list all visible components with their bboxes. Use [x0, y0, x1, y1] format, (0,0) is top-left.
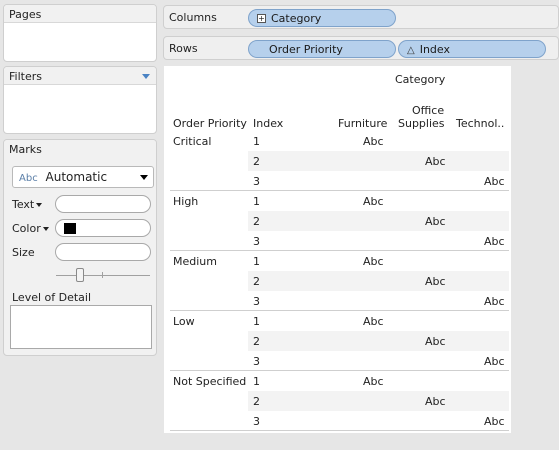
mark-text-cell: Abc: [484, 415, 505, 428]
office-supplies-header-line1: Office: [412, 104, 445, 117]
color-shelf-drop-area[interactable]: [55, 219, 151, 237]
mark-type-value: Automatic: [45, 170, 108, 184]
size-slider-track[interactable]: [56, 275, 150, 276]
mark-text-cell: Abc: [363, 255, 384, 268]
index-cell: 3: [253, 415, 260, 428]
viz-pane[interactable]: Category Order Priority Index Furniture Offi…: [164, 66, 511, 433]
index-cell: 1: [253, 315, 260, 328]
index-cell: 1: [253, 195, 260, 208]
abc-icon: Abc: [19, 173, 38, 184]
category-header: Category: [395, 73, 446, 86]
row-band: [248, 271, 509, 291]
mark-text-cell: Abc: [363, 135, 384, 148]
mark-type-dropdown[interactable]: Abc Automatic: [12, 166, 154, 188]
index-cell: 2: [253, 215, 260, 228]
caret-down-icon: [36, 203, 43, 207]
mark-text-cell: Abc: [425, 275, 446, 288]
order-priority-cell: Low: [173, 315, 195, 328]
index-cell: 2: [253, 395, 260, 408]
index-cell: 1: [253, 255, 260, 268]
color-swatch[interactable]: [64, 223, 76, 234]
furniture-header: Furniture: [338, 117, 388, 130]
mark-text-cell: Abc: [484, 295, 505, 308]
slider-tick: [102, 272, 103, 278]
mark-text-cell: Abc: [425, 395, 446, 408]
order-priority-header: Order Priority: [173, 117, 247, 130]
order-priority-pill-label: Order Priority: [269, 43, 343, 56]
index-pill-label: Index: [419, 43, 450, 56]
size-shelf-drop-area[interactable]: [55, 243, 151, 261]
technology-header: Technol..: [456, 117, 505, 130]
color-shelf-label: Color: [12, 222, 41, 235]
order-priority-pill[interactable]: Order Priority: [248, 40, 396, 58]
filters-title-text: Filters: [9, 70, 42, 83]
row-band: [248, 151, 509, 171]
index-cell: 2: [253, 275, 260, 288]
order-priority-cell: Critical: [173, 135, 212, 148]
office-supplies-header-line2: Supplies: [398, 117, 445, 130]
text-shelf-label: Text: [12, 198, 35, 211]
size-shelf-label: Size: [12, 246, 35, 259]
category-pill[interactable]: + Category: [248, 9, 396, 27]
level-of-detail-label: Level of Detail: [12, 291, 92, 304]
index-cell: 2: [253, 335, 260, 348]
size-slider-thumb[interactable]: [76, 268, 84, 282]
mark-text-cell: Abc: [425, 155, 446, 168]
row-band: [248, 391, 509, 411]
category-pill-label: Category: [271, 12, 322, 25]
order-priority-cell: Not Specified: [173, 375, 247, 388]
index-cell: 3: [253, 295, 260, 308]
chevron-down-icon: [140, 175, 148, 180]
group-separator: [170, 370, 509, 371]
order-priority-cell: Medium: [173, 255, 217, 268]
mark-text-cell: Abc: [484, 175, 505, 188]
marks-title: Marks: [4, 140, 156, 158]
columns-label: Columns: [169, 11, 217, 24]
filters-menu-icon[interactable]: [142, 74, 150, 79]
table-bottom-separator: [170, 430, 509, 431]
pages-title: Pages: [4, 5, 156, 23]
index-cell: 1: [253, 135, 260, 148]
text-shelf-button[interactable]: Text: [12, 198, 43, 211]
mark-text-cell: Abc: [363, 375, 384, 388]
triangle-icon: △: [407, 45, 415, 56]
text-shelf-drop-area[interactable]: [55, 195, 151, 213]
level-of-detail-drop-area[interactable]: [10, 305, 152, 349]
order-priority-cell: High: [173, 195, 199, 208]
color-shelf-button[interactable]: Color: [12, 222, 49, 235]
index-cell: 3: [253, 175, 260, 188]
index-pill[interactable]: △ Index: [398, 40, 546, 58]
group-separator: [170, 250, 509, 251]
index-cell: 2: [253, 155, 260, 168]
group-separator: [170, 310, 509, 311]
mark-text-cell: Abc: [425, 215, 446, 228]
filters-card[interactable]: Filters: [3, 66, 157, 134]
index-cell: 1: [253, 375, 260, 388]
columns-shelf[interactable]: Columns + Category: [163, 5, 559, 29]
row-band: [248, 331, 509, 351]
row-band: [248, 211, 509, 231]
expand-plus-icon[interactable]: +: [257, 13, 266, 23]
index-header: Index: [253, 117, 284, 130]
rows-shelf[interactable]: Rows Order Priority △ Index: [163, 36, 559, 60]
mark-text-cell: Abc: [484, 355, 505, 368]
pages-card[interactable]: Pages: [3, 4, 157, 62]
mark-text-cell: Abc: [363, 195, 384, 208]
index-cell: 3: [253, 235, 260, 248]
marks-card: Marks Abc Automatic Text Color Size Leve…: [3, 139, 157, 356]
mark-text-cell: Abc: [425, 335, 446, 348]
caret-down-icon: [42, 227, 49, 231]
group-separator: [170, 190, 509, 191]
rows-label: Rows: [169, 42, 198, 55]
index-cell: 3: [253, 355, 260, 368]
mark-text-cell: Abc: [363, 315, 384, 328]
filters-title: Filters: [4, 67, 156, 85]
mark-text-cell: Abc: [484, 235, 505, 248]
